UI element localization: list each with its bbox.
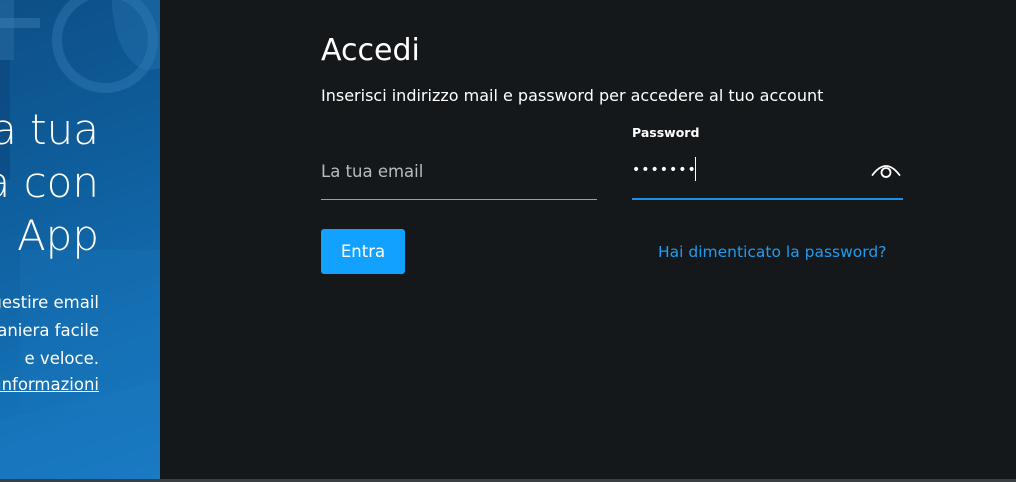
email-input[interactable] <box>321 156 591 186</box>
email-field-wrapper <box>321 150 597 200</box>
password-input[interactable] <box>632 156 857 184</box>
login-page: a tua a con a App gestire email maniera … <box>0 0 1016 482</box>
login-subtitle: Inserisci indirizzo mail e password per … <box>321 86 824 105</box>
promo-title-line: a con <box>0 158 99 207</box>
promo-description-line: maniera facile <box>0 321 99 340</box>
text-caret <box>695 157 696 181</box>
promo-description-line: e veloce. <box>24 349 99 368</box>
promo-panel: a tua a con a App gestire email maniera … <box>0 0 160 479</box>
promo-title-line: a tua <box>0 105 99 154</box>
promo-description-line: gestire email <box>0 293 99 312</box>
password-field-wrapper: Password <box>632 124 903 200</box>
login-button[interactable]: Entra <box>321 229 405 274</box>
page-title: Accedi <box>321 33 420 68</box>
promo-title: a tua a con a App <box>0 103 99 262</box>
promo-title-line: a App <box>0 211 99 260</box>
password-label: Password <box>632 125 700 140</box>
eye-icon <box>871 165 901 178</box>
show-password-button[interactable] <box>869 158 903 182</box>
more-info-link[interactable]: informazioni <box>0 373 99 397</box>
promo-description: gestire email maniera facile e veloce. <box>0 289 99 373</box>
forgot-password-link[interactable]: Hai dimenticato la password? <box>658 241 886 263</box>
